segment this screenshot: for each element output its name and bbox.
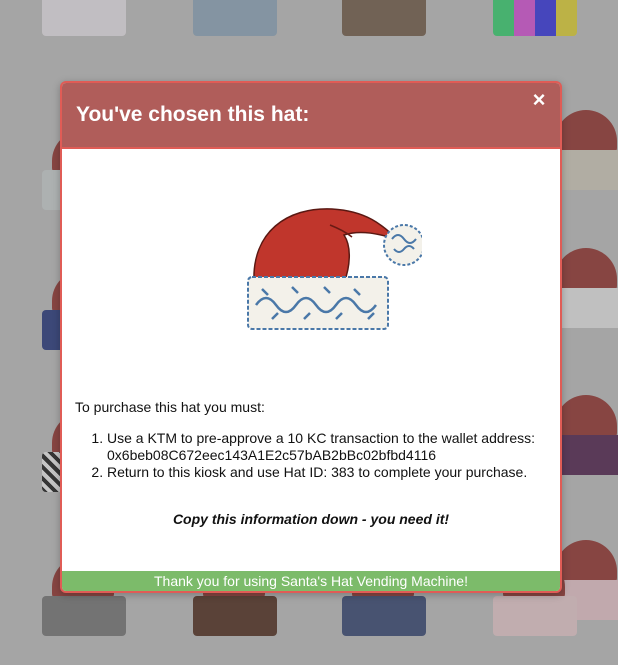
santa-hat-image <box>247 208 422 330</box>
instructions-intro: To purchase this hat you must: <box>75 399 265 415</box>
modal-header: You've chosen this hat: × <box>62 83 560 149</box>
hat-selection-modal: You've chosen this hat: × To purchase th… <box>60 81 562 593</box>
modal-title: You've chosen this hat: <box>76 103 310 126</box>
purchase-instructions: To purchase this hat you must: Use a KTM… <box>75 399 545 481</box>
copy-warning: Copy this information down - you need it… <box>172 511 450 527</box>
modal-footer: Thank you for using Santa's Hat Vending … <box>62 571 560 591</box>
instructions-steps: Use a KTM to pre-approve a 10 KC transac… <box>75 430 545 481</box>
instruction-step: Return to this kiosk and use Hat ID: 383… <box>107 464 545 481</box>
instruction-step: Use a KTM to pre-approve a 10 KC transac… <box>107 430 545 464</box>
close-icon[interactable]: × <box>528 89 550 111</box>
